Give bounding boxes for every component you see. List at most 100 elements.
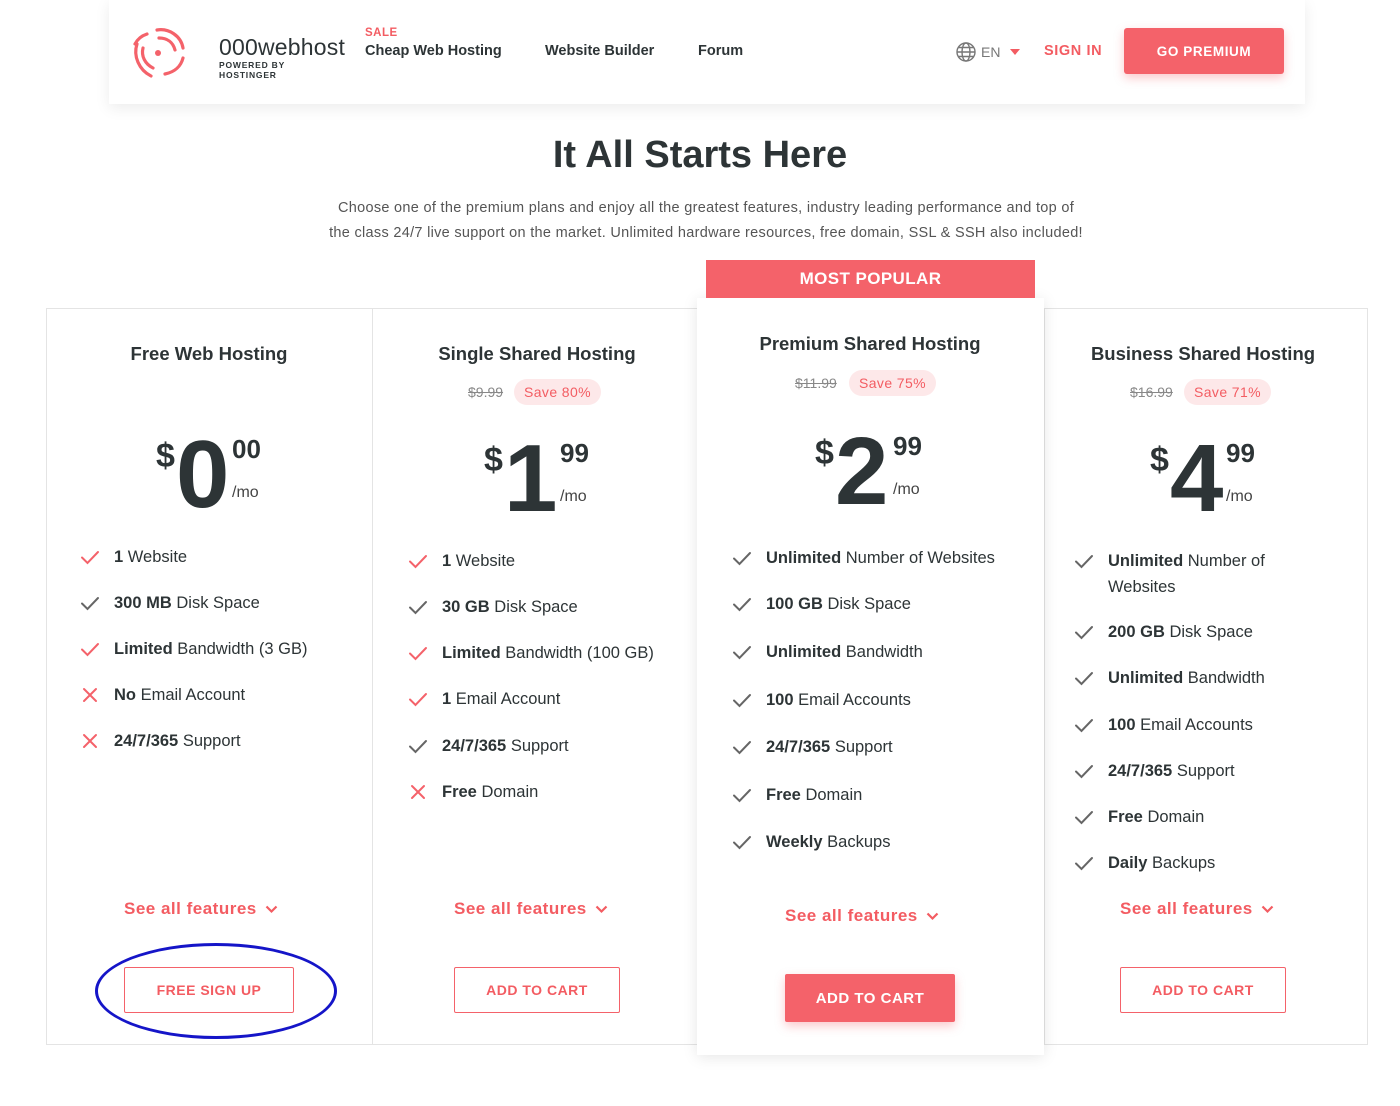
feature-text: 300 MB Disk Space <box>114 590 260 616</box>
add-to-cart-button[interactable]: ADD TO CART <box>454 967 620 1013</box>
feature-icon <box>408 779 442 805</box>
feature-text: Daily Backups <box>1108 850 1215 876</box>
plan-name: Business Shared Hosting <box>1090 343 1316 364</box>
feature-icon <box>80 636 114 662</box>
feature-icon <box>1074 665 1108 691</box>
feature-rest: Email Accounts <box>793 691 911 709</box>
feature-text: Limited Bandwidth (100 GB) <box>442 640 654 666</box>
feature-highlight: 300 MB <box>114 594 172 612</box>
feature-highlight: Free <box>1108 808 1143 826</box>
globe-icon <box>956 42 976 62</box>
plan-name: Free Web Hosting <box>130 343 288 364</box>
see-all-features-link[interactable]: See all features <box>124 899 278 919</box>
feature-text: 100 GB Disk Space <box>766 591 911 617</box>
popular-plan-card <box>697 298 1044 1055</box>
feature-icon <box>80 682 114 708</box>
see-all-label: See all features <box>785 906 918 925</box>
feature-rest: Disk Space <box>171 594 260 612</box>
feature-icon <box>408 640 442 666</box>
feature-icon <box>408 548 442 574</box>
feature-text: Limited Bandwidth (3 GB) <box>114 636 307 662</box>
feature-item: Limited Bandwidth (3 GB) <box>80 636 350 662</box>
price-amount: 4 <box>1170 425 1224 532</box>
logo-name: 000webhost <box>219 34 346 60</box>
description-line: the class 24/7 live support on the marke… <box>329 225 1083 241</box>
feature-rest: Email Account <box>451 690 561 708</box>
go-premium-button[interactable]: GO PREMIUM <box>1124 28 1284 74</box>
check-gray-icon <box>733 741 751 755</box>
feature-highlight: 24/7/365 <box>442 737 507 755</box>
feature-rest: Email Accounts <box>1135 716 1253 734</box>
feature-item: 24/7/365 Support <box>408 733 678 759</box>
feature-highlight: Free <box>766 786 801 804</box>
feature-highlight: Unlimited <box>766 643 842 661</box>
feature-item: Unlimited Bandwidth <box>732 639 1022 665</box>
check-gray-icon <box>733 694 751 708</box>
feature-icon <box>732 639 766 665</box>
feature-rest: Disk Space <box>489 598 578 616</box>
feature-icon <box>732 687 766 713</box>
feature-rest: Disk Space <box>822 595 911 613</box>
logo[interactable]: 000webhost POWERED BY HOSTINGER <box>129 24 345 80</box>
price-currency: $ <box>1150 441 1169 479</box>
price-amount: 2 <box>835 418 889 525</box>
feature-text: Unlimited Number of Websites <box>766 545 995 571</box>
feature-icon <box>1074 758 1108 784</box>
feature-text: 24/7/365 Support <box>442 733 569 759</box>
feature-icon <box>408 594 442 620</box>
check-gray-icon <box>733 552 751 566</box>
feature-text: Weekly Backups <box>766 829 890 855</box>
feature-text: 1 Email Account <box>442 686 560 712</box>
price-amount: 0 <box>176 421 230 528</box>
site-header: 000webhost POWERED BY HOSTINGER SALE Che… <box>109 0 1305 104</box>
feature-item: 1 Website <box>80 544 350 570</box>
feature-highlight: 1 <box>442 552 452 570</box>
feature-highlight: 100 <box>766 691 794 709</box>
free-sign-up-button[interactable]: FREE SIGN UP <box>124 967 294 1013</box>
feature-text: 100 Email Accounts <box>1108 712 1253 738</box>
feature-rest: Email Account <box>136 686 246 704</box>
check-gray-icon <box>1075 555 1093 569</box>
feature-rest: Domain <box>800 786 863 804</box>
feature-rest: Backups <box>1147 854 1216 872</box>
feature-highlight: Unlimited <box>1108 669 1184 687</box>
feature-icon <box>1074 804 1108 830</box>
feature-item: 24/7/365 Support <box>732 734 1022 760</box>
see-all-features-link[interactable]: See all features <box>454 899 608 919</box>
feature-item: Free Domain <box>1074 804 1274 830</box>
feature-icon <box>80 544 114 570</box>
check-red-icon <box>409 555 427 569</box>
check-gray-icon <box>1075 672 1093 686</box>
nav-website-builder[interactable]: Website Builder <box>545 43 654 59</box>
price-period: /mo <box>560 488 587 505</box>
see-all-features-link[interactable]: See all features <box>785 906 939 926</box>
feature-rest: Website <box>451 552 516 570</box>
see-all-label: See all features <box>454 899 587 918</box>
feature-text: 100 Email Accounts <box>766 687 911 713</box>
feature-icon <box>408 686 442 712</box>
feature-item: Unlimited Number of Websites <box>1074 548 1274 600</box>
feature-rest: Support <box>1172 762 1235 780</box>
add-to-cart-button[interactable]: ADD TO CART <box>785 974 955 1022</box>
nav-cheap-web-hosting[interactable]: Cheap Web Hosting <box>365 43 502 59</box>
check-gray-icon <box>81 597 99 611</box>
feature-icon <box>1074 712 1108 738</box>
feature-highlight: Unlimited <box>1108 552 1184 570</box>
nav-forum[interactable]: Forum <box>698 43 743 59</box>
feature-text: Unlimited Bandwidth <box>766 639 923 665</box>
feature-highlight: 1 <box>442 690 452 708</box>
feature-rest: Website <box>123 548 188 566</box>
feature-highlight: Limited <box>442 644 501 662</box>
add-to-cart-button[interactable]: ADD TO CART <box>1120 967 1286 1013</box>
save-badge: Save 80% <box>514 379 602 405</box>
feature-item: 1 Website <box>408 548 678 574</box>
price-cents: 99 <box>1226 438 1255 468</box>
chevron-down-icon <box>1261 905 1274 913</box>
feature-item: 24/7/365 Support <box>80 728 350 754</box>
sign-in-link[interactable]: SIGN IN <box>1044 43 1102 59</box>
feature-item: 200 GB Disk Space <box>1074 619 1274 645</box>
feature-text: 24/7/365 Support <box>766 734 893 760</box>
language-selector[interactable]: EN <box>955 40 1021 64</box>
see-all-features-link[interactable]: See all features <box>1120 899 1274 919</box>
feature-rest: Bandwidth <box>841 643 923 661</box>
